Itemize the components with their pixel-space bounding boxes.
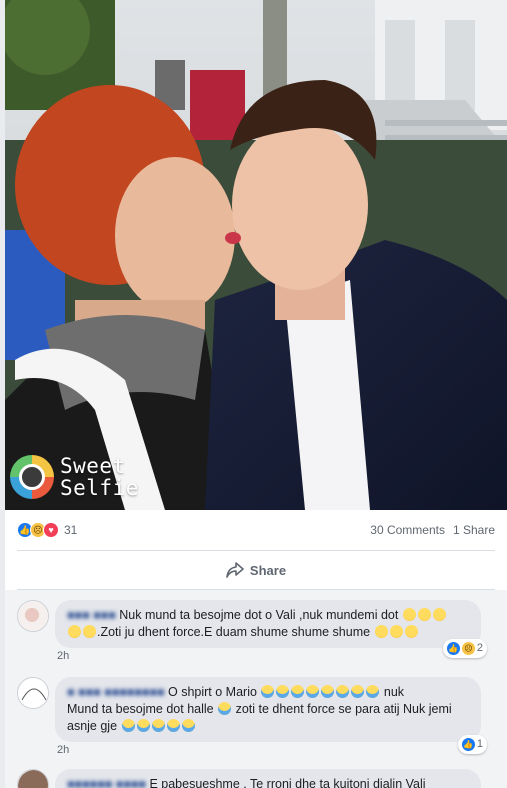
sad-emoji-icon — [374, 625, 388, 638]
sad-emoji-icon — [432, 608, 446, 621]
comment-item: ■■■■■■ ■■■■ E pabesueshme . Te rroni dhe… — [17, 769, 481, 788]
crying-emoji-icon — [306, 685, 320, 698]
comment-text: E pabesueshme . Te rroni dhe ta kujtoni … — [145, 777, 426, 788]
comment-text: Mund ta besojme dot halle — [67, 702, 218, 716]
crying-emoji-icon — [166, 719, 180, 732]
like-icon: 👍 — [446, 642, 460, 655]
sad-emoji-icon — [83, 625, 96, 638]
crying-emoji-icon — [321, 685, 335, 698]
avatar[interactable] — [17, 600, 49, 632]
comment-reactions[interactable]: 👍 ☹ 2 — [442, 639, 487, 658]
crying-emoji-icon — [218, 702, 232, 715]
sad-emoji-icon — [68, 625, 81, 638]
crying-emoji-icon — [151, 719, 165, 732]
commenter-name-redacted[interactable]: ■■■ ■■■ — [67, 608, 116, 622]
comment-text: zoti te dhent force se para atij Nuk jem… — [232, 702, 452, 716]
crying-emoji-icon — [136, 719, 150, 732]
crying-emoji-icon — [121, 719, 135, 732]
watermark-line1: Sweet — [60, 454, 126, 478]
reaction-summary[interactable]: 👍 ☹ ♥ 31 — [17, 522, 77, 538]
comment-reaction-count: 2 — [476, 642, 483, 654]
share-label: Share — [249, 562, 287, 578]
shares-count-link[interactable]: 1 Share — [453, 523, 495, 537]
avatar[interactable] — [17, 677, 49, 709]
crying-emoji-icon — [181, 719, 195, 732]
comment-bubble: ■■■ ■■■ Nuk mund ta besojme dot o Vali ,… — [55, 600, 487, 658]
comment-item: ■■■ ■■■ Nuk mund ta besojme dot o Vali ,… — [17, 600, 487, 658]
crying-emoji-icon — [351, 685, 365, 698]
commenter-name-redacted[interactable]: ■ ■■■ ■■■■■■■■ — [67, 685, 165, 699]
post-photo[interactable]: Sweet Selfie — [5, 0, 507, 510]
crying-emoji-icon — [336, 685, 350, 698]
comment-item: ■ ■■■ ■■■■■■■■ O shpirt o Mario nuk Mund… — [17, 677, 487, 754]
reaction-stats-bar: 👍 ☹ ♥ 31 30 Comments 1 Share — [5, 510, 507, 550]
crying-emoji-icon — [276, 685, 290, 698]
crying-emoji-icon — [261, 685, 275, 698]
comment-bubble: ■ ■■■ ■■■■■■■■ O shpirt o Mario nuk Mund… — [55, 677, 487, 754]
sad-icon: ☹ — [461, 642, 475, 655]
sweet-selfie-watermark: Sweet Selfie — [10, 455, 139, 499]
comments-count-link[interactable]: 30 Comments — [370, 523, 445, 537]
comment-text: O shpirt o Mario — [164, 685, 261, 699]
comments-section: ■■■ ■■■ Nuk mund ta besojme dot o Vali ,… — [5, 590, 507, 788]
share-arrow-icon — [226, 562, 244, 578]
crying-emoji-icon — [291, 685, 305, 698]
reaction-count[interactable]: 31 — [64, 523, 77, 537]
comment-reaction-count: 1 — [476, 738, 483, 750]
sad-emoji-icon — [402, 608, 416, 621]
sad-emoji-icon — [389, 625, 403, 638]
comment-time[interactable]: 2h — [57, 650, 69, 662]
love-icon: ♥ — [43, 522, 59, 538]
sad-emoji-icon — [417, 608, 431, 621]
sad-emoji-icon — [404, 625, 418, 638]
share-button[interactable]: Share — [5, 551, 507, 589]
commenter-name-redacted[interactable]: ■■■■■■ ■■■■ — [67, 777, 146, 788]
comment-text: asnje gje — [67, 719, 121, 733]
post-card: Sweet Selfie 👍 ☹ ♥ 31 30 Comments 1 Shar… — [5, 0, 507, 788]
comment-text: .Zoti ju dhent force.E duam shume shume … — [97, 625, 374, 639]
camera-lens-icon — [10, 455, 54, 499]
comment-reactions[interactable]: 👍 1 — [457, 735, 487, 754]
like-icon: 👍 — [461, 738, 475, 751]
comment-time[interactable]: 2h — [57, 744, 69, 756]
crying-emoji-icon — [366, 685, 380, 698]
comment-text: nuk — [380, 685, 405, 699]
comment-bubble: ■■■■■■ ■■■■ E pabesueshme . Te rroni dhe… — [55, 769, 481, 788]
watermark-line2: Selfie — [60, 476, 139, 500]
comment-text: Nuk mund ta besojme dot o Vali ,nuk mund… — [115, 608, 402, 622]
avatar[interactable] — [17, 769, 49, 788]
